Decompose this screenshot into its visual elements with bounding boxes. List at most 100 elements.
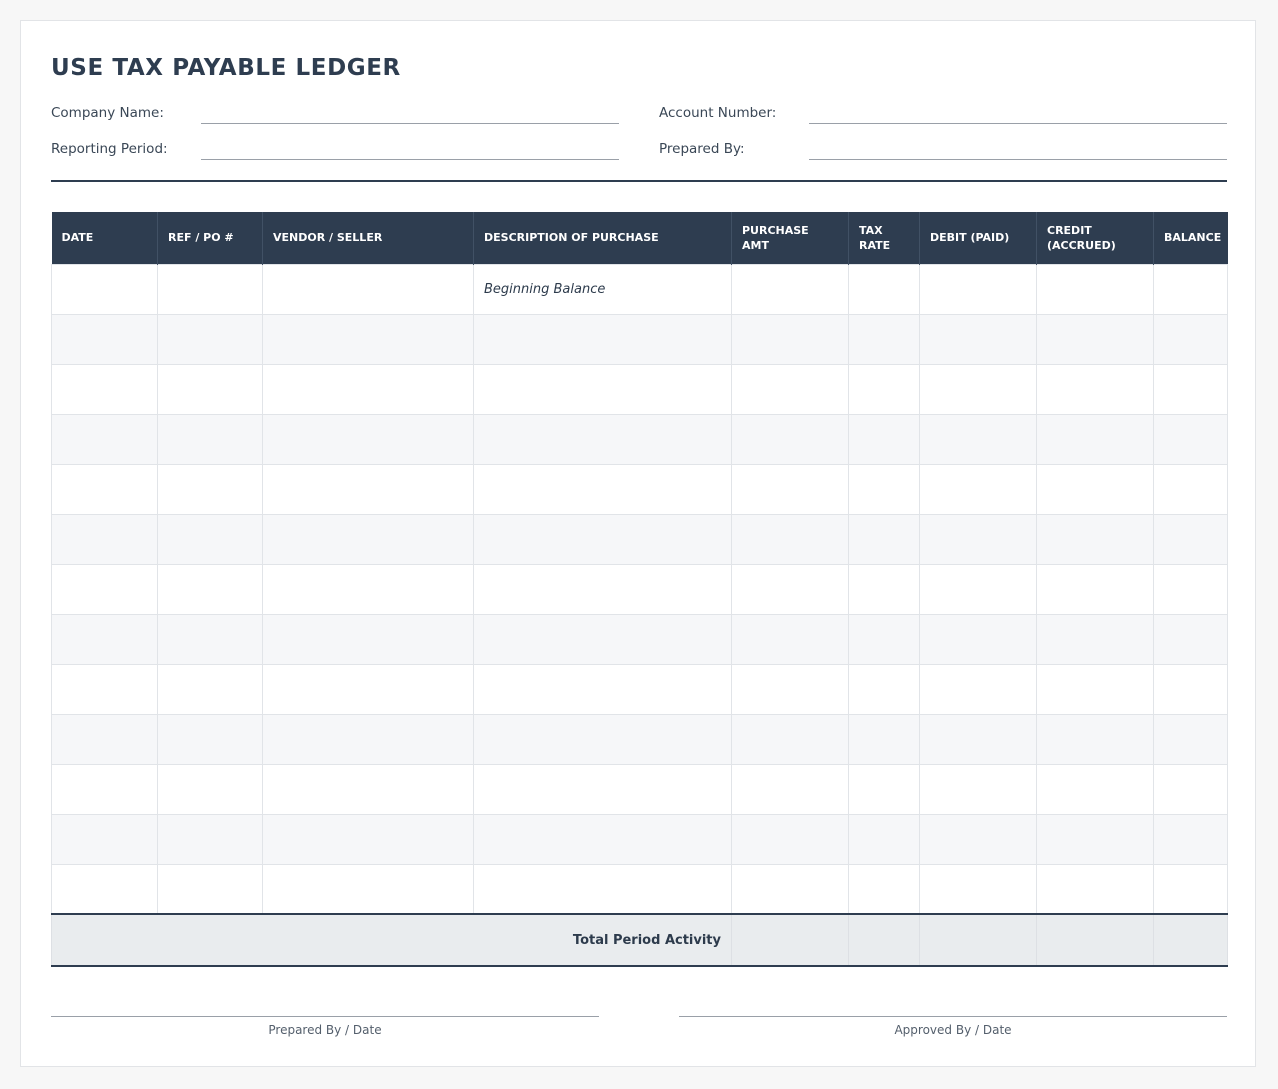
vendor-cell[interactable] [262, 363, 474, 415]
purchase-amt-cell[interactable] [731, 513, 849, 565]
debit-cell[interactable] [919, 463, 1037, 515]
approved-signature-line[interactable] [679, 1016, 1227, 1017]
total-balance-cell[interactable] [1153, 913, 1228, 967]
debit-cell[interactable] [919, 513, 1037, 565]
vendor-cell[interactable] [262, 663, 474, 715]
credit-cell[interactable] [1036, 563, 1154, 615]
purchase-amt-cell[interactable] [731, 613, 849, 665]
description-cell[interactable] [473, 813, 732, 865]
credit-cell[interactable] [1036, 313, 1154, 365]
balance-cell[interactable] [1153, 363, 1228, 415]
debit-cell[interactable] [919, 763, 1037, 815]
tax-rate-cell[interactable] [848, 463, 920, 515]
ref-cell[interactable] [157, 563, 263, 615]
ref-cell[interactable] [157, 313, 263, 365]
tax-rate-cell[interactable] [848, 763, 920, 815]
vendor-cell[interactable] [262, 763, 474, 815]
date-cell[interactable] [51, 363, 158, 415]
purchase-amt-cell[interactable] [731, 763, 849, 815]
date-cell[interactable] [51, 563, 158, 615]
purchase-amt-cell[interactable] [731, 313, 849, 365]
date-cell[interactable] [51, 263, 158, 315]
total-tax-rate-cell[interactable] [848, 913, 920, 967]
balance-cell[interactable] [1153, 613, 1228, 665]
prepared-signature-line[interactable] [51, 1016, 599, 1017]
ref-cell[interactable] [157, 363, 263, 415]
credit-cell[interactable] [1036, 663, 1154, 715]
balance-cell[interactable] [1153, 563, 1228, 615]
description-cell[interactable] [473, 863, 732, 915]
purchase-amt-cell[interactable] [731, 463, 849, 515]
reporting-period-field[interactable] [201, 159, 619, 160]
tax-rate-cell[interactable] [848, 413, 920, 465]
balance-cell[interactable] [1153, 263, 1228, 315]
debit-cell[interactable] [919, 313, 1037, 365]
date-cell[interactable] [51, 463, 158, 515]
ref-cell[interactable] [157, 813, 263, 865]
date-cell[interactable] [51, 413, 158, 465]
balance-cell[interactable] [1153, 313, 1228, 365]
credit-cell[interactable] [1036, 713, 1154, 765]
credit-cell[interactable] [1036, 263, 1154, 315]
credit-cell[interactable] [1036, 413, 1154, 465]
tax-rate-cell[interactable] [848, 813, 920, 865]
vendor-cell[interactable] [262, 563, 474, 615]
balance-cell[interactable] [1153, 413, 1228, 465]
debit-cell[interactable] [919, 613, 1037, 665]
vendor-cell[interactable] [262, 413, 474, 465]
date-cell[interactable] [51, 763, 158, 815]
total-debit-cell[interactable] [919, 913, 1037, 967]
vendor-cell[interactable] [262, 713, 474, 765]
tax-rate-cell[interactable] [848, 613, 920, 665]
description-cell[interactable] [473, 763, 732, 815]
description-cell[interactable] [473, 613, 732, 665]
ref-cell[interactable] [157, 513, 263, 565]
vendor-cell[interactable] [262, 313, 474, 365]
balance-cell[interactable] [1153, 813, 1228, 865]
ref-cell[interactable] [157, 263, 263, 315]
vendor-cell[interactable] [262, 513, 474, 565]
tax-rate-cell[interactable] [848, 313, 920, 365]
date-cell[interactable] [51, 513, 158, 565]
debit-cell[interactable] [919, 813, 1037, 865]
balance-cell[interactable] [1153, 713, 1228, 765]
ref-cell[interactable] [157, 663, 263, 715]
ref-cell[interactable] [157, 763, 263, 815]
ref-cell[interactable] [157, 713, 263, 765]
date-cell[interactable] [51, 863, 158, 915]
description-cell[interactable] [473, 313, 732, 365]
description-cell[interactable] [473, 513, 732, 565]
ref-cell[interactable] [157, 863, 263, 915]
prepared-by-field[interactable] [809, 159, 1227, 160]
purchase-amt-cell[interactable] [731, 413, 849, 465]
purchase-amt-cell[interactable] [731, 363, 849, 415]
credit-cell[interactable] [1036, 363, 1154, 415]
debit-cell[interactable] [919, 413, 1037, 465]
vendor-cell[interactable] [262, 463, 474, 515]
description-cell[interactable] [473, 563, 732, 615]
purchase-amt-cell[interactable] [731, 863, 849, 915]
purchase-amt-cell[interactable] [731, 713, 849, 765]
balance-cell[interactable] [1153, 663, 1228, 715]
purchase-amt-cell[interactable] [731, 663, 849, 715]
debit-cell[interactable] [919, 663, 1037, 715]
description-cell[interactable] [473, 713, 732, 765]
ref-cell[interactable] [157, 463, 263, 515]
description-cell[interactable] [473, 363, 732, 415]
date-cell[interactable] [51, 713, 158, 765]
credit-cell[interactable] [1036, 763, 1154, 815]
vendor-cell[interactable] [262, 813, 474, 865]
credit-cell[interactable] [1036, 463, 1154, 515]
debit-cell[interactable] [919, 863, 1037, 915]
tax-rate-cell[interactable] [848, 863, 920, 915]
purchase-amt-cell[interactable] [731, 263, 849, 315]
description-cell[interactable] [473, 413, 732, 465]
vendor-cell[interactable] [262, 613, 474, 665]
debit-cell[interactable] [919, 363, 1037, 415]
debit-cell[interactable] [919, 713, 1037, 765]
date-cell[interactable] [51, 663, 158, 715]
ref-cell[interactable] [157, 413, 263, 465]
company-name-field[interactable] [201, 123, 619, 124]
balance-cell[interactable] [1153, 513, 1228, 565]
tax-rate-cell[interactable] [848, 363, 920, 415]
